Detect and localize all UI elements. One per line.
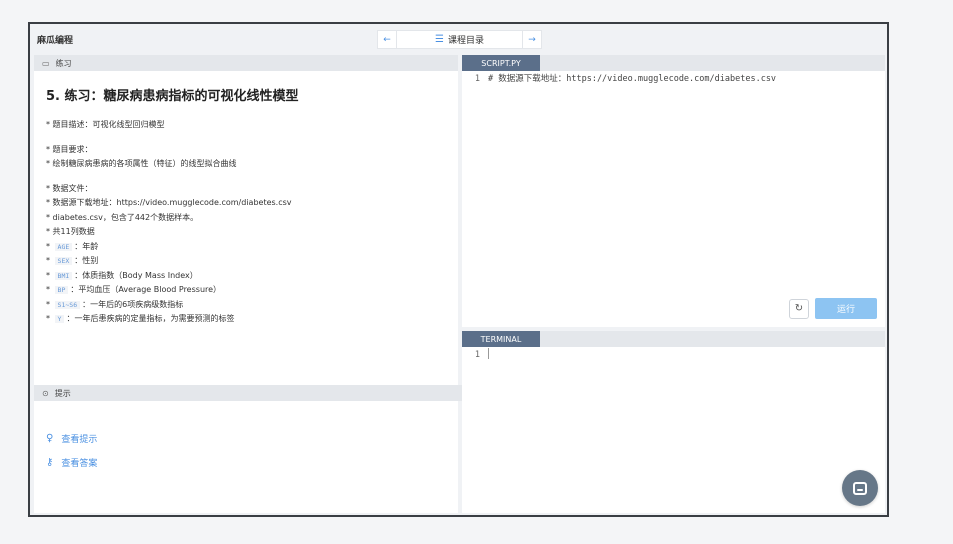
terminal-line-number: 1: [474, 350, 480, 360]
field-item: * BMI ：体质指数（Body Mass Index）: [46, 270, 198, 280]
exercise-content: 5. 练习：糖尿病患病指标的可视化线性模型 * 题目描述：可视化线型回归模型 *…: [34, 71, 458, 327]
exercise-title: 5. 练习：糖尿病患病指标的可视化线性模型: [46, 89, 299, 104]
line-number: 1: [474, 74, 480, 84]
calendar-icon: ▭: [42, 58, 50, 68]
exercise-section-header: ▭ 练习: [34, 55, 458, 71]
editor-actions: ↻ 运行: [789, 298, 877, 319]
terminal-line[interactable]: 1: [462, 347, 885, 362]
field-desc: ：性别: [74, 256, 99, 265]
field-tag: BP: [54, 286, 69, 294]
field-desc: ：年龄: [74, 241, 99, 251]
hints-section-label: 提示: [54, 388, 71, 398]
top-bar: 麻瓜编程 ← ☰ 课程目录 →: [30, 24, 887, 54]
hint-links: ♀ 查看提示 ⚷ 查看答案: [46, 426, 97, 474]
field-tag: S1~S6: [54, 300, 81, 309]
view-hint-link[interactable]: ♀ 查看提示: [46, 426, 97, 450]
lightbulb-icon: ♀: [46, 432, 54, 444]
view-answer-link[interactable]: ⚷ 查看答案: [46, 450, 97, 474]
field-tag: AGE: [54, 242, 73, 251]
prev-lesson-button[interactable]: ←: [377, 30, 397, 49]
requirement-item: * 绘制糖尿病患病的各项属性（特征）的线型拟合曲线: [46, 159, 237, 168]
text-cursor: [488, 348, 489, 359]
run-button[interactable]: 运行: [815, 298, 877, 319]
reset-code-button[interactable]: ↻: [789, 298, 809, 319]
course-catalog-label: 课程目录: [447, 36, 484, 46]
menu-icon: ☰: [435, 34, 444, 45]
check-circle-icon: ⊙: [42, 388, 49, 398]
course-catalog-button[interactable]: ☰ 课程目录: [397, 30, 522, 49]
tab-script-py[interactable]: SCRIPT.PY: [462, 55, 540, 71]
chat-support-button[interactable]: [842, 470, 878, 506]
field-item: * Y ：一年后患疾病的定量指标，为需要预测的标签: [46, 314, 235, 323]
view-answer-label: 查看答案: [61, 458, 98, 469]
field-desc: ：一年后的6项疾病级数指标: [82, 299, 184, 309]
field-desc: ：平均血压（Average Blood Pressure）: [70, 285, 222, 294]
terminal-panel[interactable]: TERMINAL 1: [462, 331, 885, 513]
field-item: * S1~S6 ：一年后的6项疾病级数指标: [46, 299, 184, 309]
data-file-line: * diabetes.csv，包含了442个数据样本。: [46, 212, 199, 222]
code-text: # 数据源下载地址：https://video.mugglecode.com/d…: [488, 74, 777, 84]
hints-section-header: ⊙ 提示: [34, 385, 466, 401]
field-tag: Y: [54, 315, 65, 323]
field-desc: ：体质指数（Body Mass Index）: [74, 270, 198, 280]
app-title: 麻瓜编程: [37, 36, 74, 46]
data-url-line: * 数据源下载地址：https://video.mugglecode.com/d…: [46, 198, 292, 207]
exercise-panel: ▭ 练习 5. 练习：糖尿病患病指标的可视化线性模型 * 题目描述：可视化线型回…: [34, 55, 466, 513]
data-file-heading: * 数据文件：: [46, 183, 93, 193]
chat-icon: [853, 481, 867, 495]
code-line[interactable]: 1 # 数据源下载地址：https://video.mugglecode.com…: [462, 71, 885, 86]
refresh-icon: ↻: [794, 303, 804, 314]
field-item: * AGE ：年龄: [46, 241, 99, 251]
next-lesson-button[interactable]: →: [522, 30, 542, 49]
editor-tab-strip: SCRIPT.PY: [462, 55, 885, 71]
tab-terminal[interactable]: TERMINAL: [462, 331, 540, 347]
field-item: * BP ：平均血压（Average Blood Pressure）: [46, 285, 222, 294]
terminal-tab-strip: TERMINAL: [462, 331, 885, 347]
exercise-description: * 题目描述：可视化线型回归模型: [46, 120, 165, 129]
app-window: 麻瓜编程 ← ☰ 课程目录 → ▭ 练习 5. 练习：糖尿病患病指标的可视化线性…: [28, 22, 889, 517]
exercise-section-label: 练习: [55, 58, 72, 68]
columns-line: * 共11列数据: [46, 227, 95, 236]
arrow-right-icon: →: [528, 34, 536, 45]
view-hint-label: 查看提示: [61, 434, 98, 445]
course-navigator: ← ☰ 课程目录 →: [377, 30, 542, 49]
key-icon: ⚷: [46, 456, 54, 468]
field-item: * SEX ：性别: [46, 256, 99, 265]
arrow-left-icon: ←: [383, 34, 391, 45]
field-tag: BMI: [54, 271, 73, 280]
field-desc: ：一年后患疾病的定量指标，为需要预测的标签: [66, 314, 235, 323]
requirements-heading: * 题目要求：: [46, 144, 93, 154]
field-tag: SEX: [54, 257, 73, 265]
code-editor[interactable]: SCRIPT.PY 1 # 数据源下载地址：https://video.mugg…: [462, 55, 885, 327]
